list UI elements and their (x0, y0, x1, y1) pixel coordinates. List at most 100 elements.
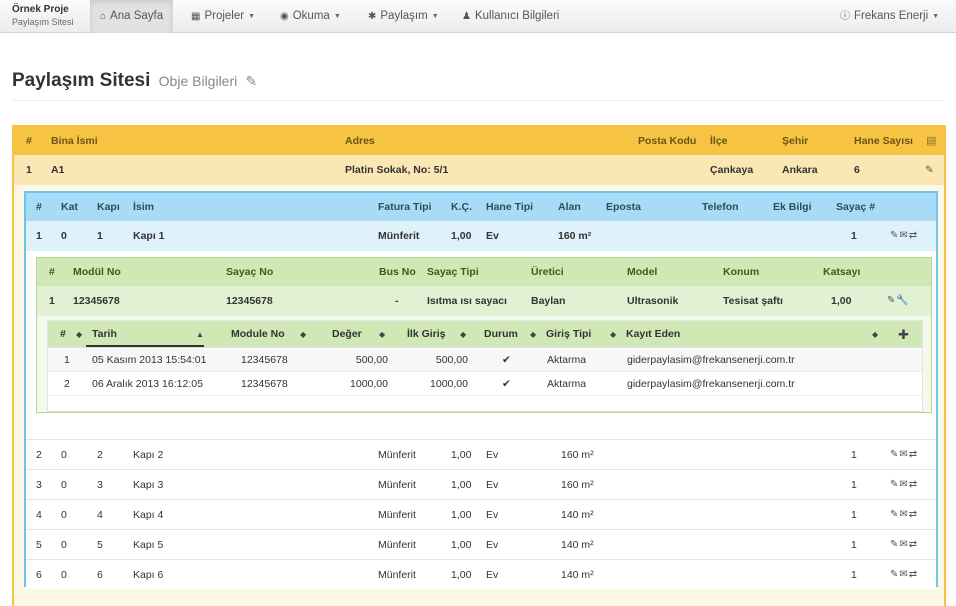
col-status[interactable]: Durum (484, 321, 518, 348)
building-row[interactable]: 1 A1 Platin Sokak, No: 5/1 Çankaya Ankar… (14, 155, 944, 185)
nav-home[interactable]: ⌂ Ana Sayfa (90, 0, 174, 33)
unit-row[interactable]: 3 0 3 Kapı 3 Münferit 1,00 Ev 160 m² 1 ✎… (26, 469, 936, 499)
reading-recorded-by: giderpaylasim@frekansenerji.com.tr (627, 378, 795, 390)
col-meter-type: Sayaç Tipi (427, 266, 479, 278)
sort-asc-icon[interactable]: ▲ (196, 321, 204, 348)
col-meter-no: Sayaç No (226, 266, 274, 278)
col-module-no: Modül No (73, 266, 121, 278)
unit-kc: 1,00 (451, 479, 472, 491)
readings-table: # ◆ Tarih ▲ Module No ◆ Değer ◆ İlk Giri… (47, 320, 923, 412)
meter-factor: 1,00 (831, 295, 852, 307)
edit-icon[interactable]: ✎ (925, 155, 934, 185)
reading-recorded-by: giderpaylasim@frekansenerji.com.tr (627, 354, 795, 366)
col-value[interactable]: Değer (332, 321, 362, 348)
nav-reading[interactable]: ◉ Okuma ▼ (270, 0, 351, 33)
brand[interactable]: Örnek Proje Paylaşım Sitesi (12, 4, 74, 28)
buildings-table: # Bina İsmi Adres Posta Kodu İlçe Şehir … (12, 125, 946, 606)
columns-icon[interactable]: ▤ (926, 127, 936, 155)
col-kc: K.Ç. (451, 201, 472, 213)
unit-name: Kapı 2 (133, 449, 164, 461)
unit-area: 140 m² (561, 539, 594, 551)
col-bus-no: Bus No (379, 266, 416, 278)
col-module[interactable]: Module No (231, 321, 285, 348)
col-manufacturer: Üretici (531, 266, 564, 278)
reading-first: 1000,00 (430, 378, 468, 390)
sort-icon[interactable]: ◆ (460, 321, 466, 348)
col-entry-type[interactable]: Giriş Tipi (546, 321, 591, 348)
sort-icon[interactable]: ◆ (300, 321, 306, 348)
page-subtitle: Obje Bilgileri (158, 73, 238, 89)
reading-row[interactable]: 1 05 Kasım 2013 15:54:01 12345678 500,00… (48, 349, 922, 372)
chevron-down-icon: ▼ (431, 13, 439, 20)
col-location: Konum (723, 266, 760, 278)
col-num: # (36, 201, 42, 213)
unit-num: 6 (36, 569, 42, 581)
unit-type: Ev (486, 569, 499, 581)
info-icon: ⓘ (840, 11, 850, 22)
col-num: # (26, 135, 32, 147)
reading-num: 1 (64, 354, 70, 366)
row-actions[interactable]: ✎✉⇄ (890, 221, 918, 251)
reading-entry-type: Aktarma (547, 378, 587, 390)
unit-row[interactable]: 1 0 1 Kapı 1 Münferit 1,00 Ev 160 m² 1 ✎… (26, 221, 936, 251)
unit-invoice: Münferit (378, 509, 416, 521)
row-actions[interactable]: ✎✉⇄ (890, 500, 918, 530)
meter-num: 1 (49, 295, 55, 307)
meter-model: Ultrasonik (627, 295, 679, 307)
building-name: A1 (51, 164, 65, 176)
nav-sharing[interactable]: ✱ Paylaşım ▼ (358, 0, 449, 33)
unit-meter-count: 1 (851, 479, 857, 491)
unit-kc: 1,00 (451, 509, 472, 521)
unit-row[interactable]: 2 0 2 Kapı 2 Münferit 1,00 Ev 160 m² 1 ✎… (26, 439, 936, 469)
check-icon: ✔ (502, 378, 511, 390)
chevron-down-icon: ▼ (932, 13, 940, 20)
sort-icon[interactable]: ◆ (872, 321, 878, 348)
sort-icon[interactable]: ◆ (610, 321, 616, 348)
meter-row[interactable]: 1 12345678 12345678 - Isıtma ısı sayacı … (37, 286, 931, 316)
reading-entry-type: Aktarma (547, 354, 587, 366)
nav-projects-label: Projeler (204, 10, 245, 22)
unit-invoice: Münferit (378, 230, 420, 242)
col-first-entry[interactable]: İlk Giriş (407, 321, 446, 348)
col-building-name: Bina İsmi (51, 135, 98, 147)
reading-row[interactable]: 2 06 Aralık 2013 16:12:05 12345678 1000,… (48, 373, 922, 396)
reading-date: 06 Aralık 2013 16:12:05 (92, 378, 203, 390)
reading-module: 12345678 (241, 354, 288, 366)
col-extra-info: Ek Bilgi (773, 201, 812, 213)
eye-icon: ◉ (280, 11, 289, 22)
unit-kc: 1,00 (451, 449, 472, 461)
unit-type: Ev (486, 230, 499, 242)
reading-value: 500,00 (355, 354, 388, 366)
sort-icon[interactable]: ◆ (76, 321, 82, 348)
nav-projects[interactable]: ▦ Projeler ▼ (181, 0, 265, 33)
building-households: 6 (854, 164, 860, 176)
col-recorded-by[interactable]: Kayıt Eden (626, 321, 680, 348)
row-actions[interactable]: ✎✉⇄ (890, 470, 918, 500)
row-actions[interactable]: ✎✉⇄ (890, 440, 918, 470)
unit-row[interactable]: 5 0 5 Kapı 5 Münferit 1,00 Ev 140 m² 1 ✎… (26, 529, 936, 559)
meter-actions[interactable]: ✎🔧 (887, 286, 910, 316)
meter-location: Tesisat şaftı (723, 295, 783, 307)
pencil-icon[interactable]: ✎ (246, 73, 258, 89)
unit-door: 3 (97, 479, 103, 491)
col-date[interactable]: Tarih (92, 321, 117, 348)
unit-row[interactable]: 6 0 6 Kapı 6 Münferit 1,00 Ev 140 m² 1 ✎… (26, 559, 936, 589)
unit-row[interactable]: 4 0 4 Kapı 4 Münferit 1,00 Ev 140 m² 1 ✎… (26, 499, 936, 529)
unit-area: 160 m² (558, 230, 592, 242)
row-actions[interactable]: ✎✉⇄ (890, 530, 918, 560)
nav-user-info[interactable]: ♟ Kullanıcı Bilgileri (452, 0, 569, 33)
unit-floor: 0 (61, 509, 67, 521)
col-postal-code: Posta Kodu (638, 135, 697, 147)
add-icon[interactable]: ✚ (898, 321, 909, 348)
building-district: Çankaya (710, 164, 754, 176)
row-actions[interactable]: ✎✉⇄ (890, 560, 918, 590)
sort-icon[interactable]: ◆ (379, 321, 385, 348)
unit-door: 5 (97, 539, 103, 551)
col-city: Şehir (782, 135, 809, 147)
sort-icon[interactable]: ◆ (530, 321, 536, 348)
nav-account[interactable]: ⓘ Frekans Enerji ▼ (830, 0, 949, 33)
unit-num: 4 (36, 509, 42, 521)
unit-meter-count: 1 (851, 509, 857, 521)
col-model: Model (627, 266, 658, 278)
nav-account-label: Frekans Enerji (854, 10, 929, 22)
